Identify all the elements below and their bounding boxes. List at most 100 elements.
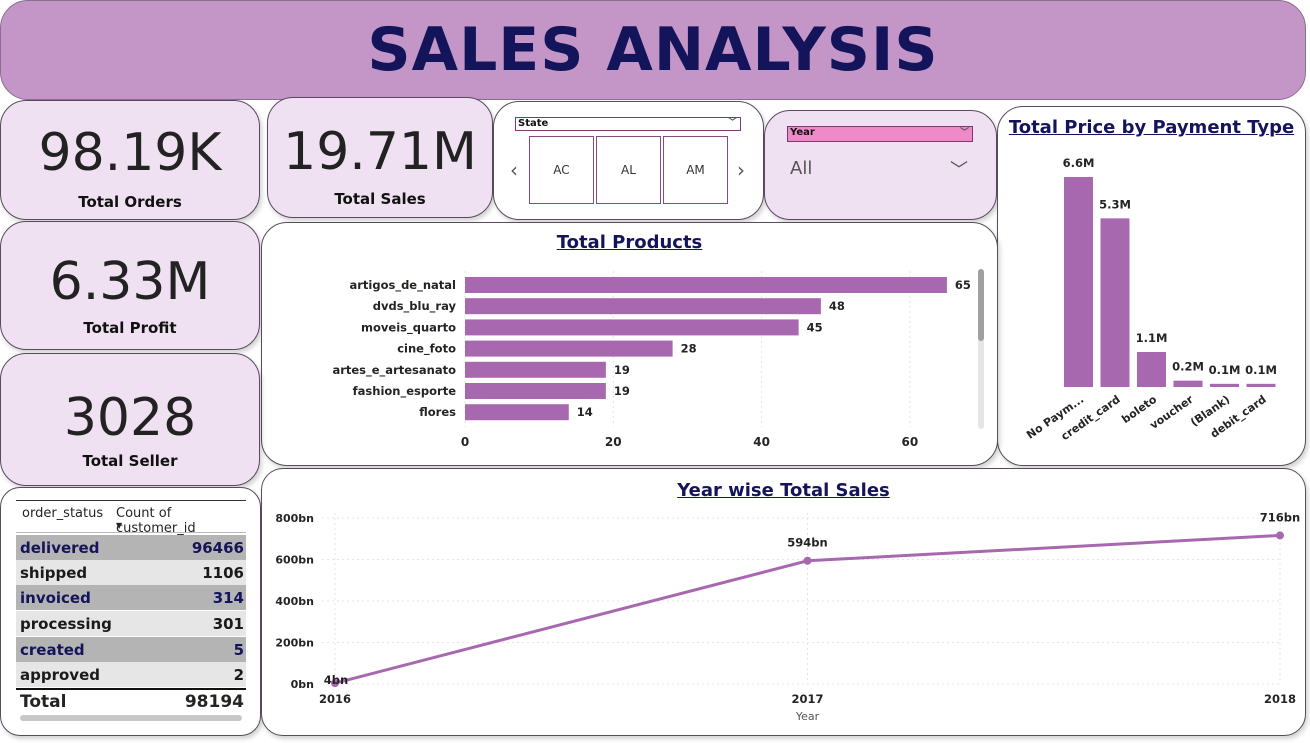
- bar: [465, 319, 799, 336]
- kpi-seller-label: Total Seller: [82, 452, 178, 470]
- kpi-sales-value: 19.71M: [283, 122, 477, 182]
- data-label: 48: [829, 299, 845, 313]
- chevron-down-icon: ﹀: [959, 128, 969, 138]
- products-bar-chart: 0 20 40 60 artigos_de_natal 65 dvds_blu_ray 48 m…: [332, 271, 971, 449]
- state-slicer-label: State: [518, 118, 549, 129]
- data-point: [1276, 531, 1284, 540]
- year-sales-chart-card: Year wise Total Sales 0bn 200bn 400bn 600bn…: [261, 468, 1306, 736]
- table-row[interactable]: processing 301: [16, 611, 246, 636]
- kpi-profit-label: Total Profit: [83, 319, 177, 337]
- category-label: artes_e_artesanato: [332, 363, 456, 378]
- bar: [1100, 218, 1130, 387]
- y-tick-label: 200bn: [275, 637, 314, 650]
- kpi-card-profit: 6.33M Total Profit: [0, 221, 260, 350]
- table-row[interactable]: shipped 1106: [16, 560, 246, 585]
- column-header-order-status[interactable]: order_status: [22, 506, 103, 521]
- bar: [1210, 383, 1239, 387]
- chevron-down-icon: ﹀: [950, 160, 968, 181]
- data-label: 0.1M: [1245, 363, 1277, 377]
- dashboard: SALES ANALYSIS 98.19K Total Orders 19.71…: [0, 0, 1310, 743]
- x-tick-label: 20: [605, 435, 622, 449]
- data-label: 0.2M: [1172, 360, 1204, 374]
- state-tile-ac[interactable]: AC: [529, 136, 594, 204]
- data-label: 594bn: [787, 536, 827, 550]
- table-total-row: Total 98194: [16, 688, 246, 713]
- y-tick-label: 400bn: [275, 595, 314, 608]
- sort-desc-icon: ▼: [116, 521, 123, 530]
- year-dropdown-value: All: [790, 158, 813, 179]
- data-label: 0.1M: [1209, 363, 1241, 377]
- kpi-seller-value: 3028: [63, 388, 197, 448]
- year-dropdown[interactable]: All ﹀: [790, 158, 976, 184]
- x-tick-label: 2017: [791, 692, 823, 706]
- chevron-right-icon[interactable]: ›: [737, 158, 745, 182]
- data-label: 6.6M: [1063, 156, 1095, 170]
- x-axis-title: Year: [795, 710, 820, 723]
- x-tick-label: 0: [461, 435, 469, 449]
- page-title: SALES ANALYSIS: [367, 15, 939, 85]
- year-sales-line-chart: 0bn 200bn 400bn 600bn 800bn 2016 2017 2018 4bn 59…: [275, 510, 1300, 723]
- bar: [1173, 380, 1203, 387]
- state-tile-am[interactable]: AM: [663, 136, 728, 204]
- year-slicer-header[interactable]: Year ﹀: [787, 126, 973, 142]
- bar: [1137, 352, 1166, 387]
- payment-bar-chart: 6.6MNo Paym...5.3Mcredit_card1.1Mboleto0…: [1024, 156, 1277, 443]
- data-label: 45: [807, 320, 823, 334]
- data-label: 5.3M: [1099, 197, 1131, 211]
- y-tick-label: 800bn: [275, 512, 314, 525]
- bar: [465, 298, 821, 315]
- bar: [465, 383, 606, 399]
- bar: [1064, 177, 1093, 387]
- column-header-count[interactable]: Count of customer_id: [116, 506, 246, 536]
- category-label: artigos_de_natal: [349, 278, 456, 293]
- table-row[interactable]: delivered 96466: [16, 535, 246, 560]
- kpi-card-seller: 3028 Total Seller: [0, 353, 260, 486]
- kpi-orders-label: Total Orders: [78, 193, 182, 211]
- state-tile-al[interactable]: AL: [596, 136, 661, 204]
- bar: [465, 340, 673, 357]
- state-slicer-header[interactable]: State ﹀: [515, 117, 741, 131]
- products-chart-card: Total Products 0 20 40 60 artigos_de_natal 65…: [261, 222, 998, 466]
- chevron-left-icon[interactable]: ‹: [510, 158, 518, 182]
- kpi-card-sales: 19.71M Total Sales: [267, 97, 493, 218]
- x-tick-label: 2016: [319, 692, 351, 706]
- x-tick-label: 40: [753, 435, 770, 449]
- y-tick-label: 600bn: [275, 554, 314, 567]
- bar: [465, 404, 569, 421]
- table-horizontal-scrollbar[interactable]: [20, 715, 242, 721]
- kpi-orders-value: 98.19K: [38, 123, 222, 183]
- data-label: 28: [681, 342, 697, 356]
- data-point: [803, 556, 812, 565]
- kpi-card-orders: 98.19K Total Orders: [0, 100, 260, 220]
- bar: [465, 361, 606, 378]
- data-label: 1.1M: [1136, 331, 1168, 345]
- bar: [465, 277, 947, 293]
- data-label: 4bn: [324, 673, 348, 687]
- scrollbar-thumb[interactable]: [978, 269, 984, 341]
- x-tick-label: 60: [902, 435, 919, 449]
- y-tick-label: 0bn: [291, 678, 314, 691]
- category-label: dvds_blu_ray: [373, 299, 457, 314]
- payment-chart-card: Total Price by Payment Type 6.6M No Paym.…: [997, 106, 1306, 466]
- table-row[interactable]: approved 2: [16, 662, 246, 687]
- category-label: fashion_esporte: [353, 384, 457, 399]
- year-slicer-label: Year: [790, 127, 815, 138]
- data-label: 14: [577, 405, 593, 419]
- bar: [1246, 383, 1276, 387]
- table-row[interactable]: invoiced 314: [16, 585, 246, 610]
- table-row[interactable]: created 5: [16, 637, 246, 662]
- category-label: cine_foto: [397, 342, 456, 357]
- x-tick-label: 2018: [1264, 692, 1296, 706]
- category-label: moveis_quarto: [361, 320, 456, 335]
- kpi-profit-value: 6.33M: [49, 252, 211, 312]
- data-label: 65: [955, 278, 971, 292]
- category-label: flores: [419, 405, 456, 419]
- header-banner: SALES ANALYSIS: [0, 0, 1306, 100]
- chevron-down-icon: ﹀: [727, 118, 737, 128]
- data-label: 19: [614, 384, 630, 398]
- table-header: order_status Count of customer_id ▼: [16, 500, 246, 536]
- products-scrollbar[interactable]: [978, 269, 984, 429]
- data-label: 19: [614, 363, 630, 377]
- data-label: 716bn: [1260, 510, 1300, 524]
- kpi-sales-label: Total Sales: [334, 190, 426, 208]
